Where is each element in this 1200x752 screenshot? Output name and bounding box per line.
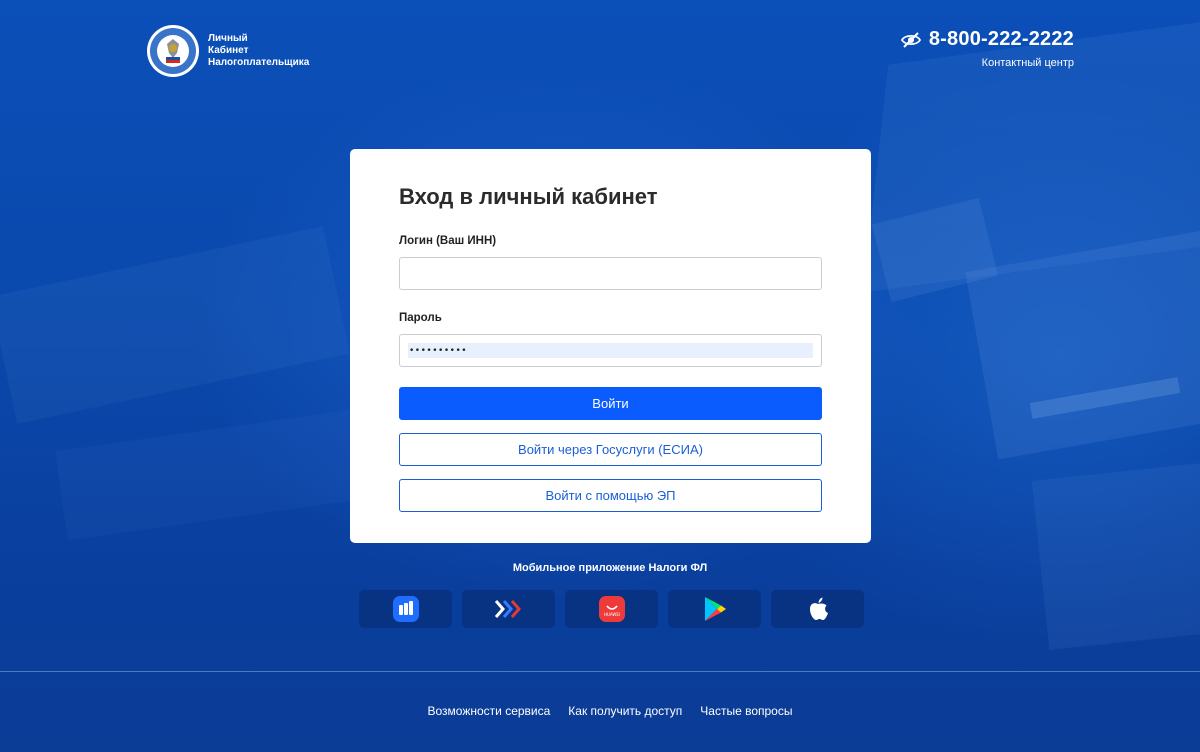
ep-login-button[interactable]: Войти с помощью ЭП <box>399 479 822 512</box>
login-card: Вход в личный кабинет Логин (Ваш ИНН) Па… <box>350 149 871 543</box>
login-label: Логин (Ваш ИНН) <box>399 235 497 247</box>
gosuslugi-login-button[interactable]: Войти через Госуслуги (ЕСИА) <box>399 433 822 466</box>
bg-shape <box>965 230 1200 460</box>
bg-shape <box>55 409 365 541</box>
huawei-badge-text: HUAWEI <box>603 612 619 617</box>
app-store-links: HUAWEI <box>359 590 864 628</box>
phone-row: 8-800-222-2222 <box>900 28 1074 51</box>
login-inn-input[interactable] <box>399 257 822 290</box>
logo-line: Кабинет <box>208 45 249 56</box>
visually-impaired-icon[interactable] <box>900 31 921 49</box>
google-play-link[interactable] <box>668 590 761 628</box>
footer-link-faq[interactable]: Частые вопросы <box>700 704 792 718</box>
password-label: Пароль <box>399 312 442 324</box>
contact-center-label: Контактный центр <box>981 57 1074 69</box>
fns-emblem-icon <box>147 25 199 77</box>
contact-block: 8-800-222-2222 Контактный центр <box>900 28 1074 69</box>
nashstore-icon <box>494 600 521 618</box>
rustore-icon <box>392 596 419 622</box>
footer-link-access[interactable]: Как получить доступ <box>568 704 682 718</box>
apple-icon <box>809 597 828 620</box>
footer-divider <box>0 671 1200 672</box>
bg-shape <box>0 226 350 424</box>
password-input[interactable] <box>399 334 822 367</box>
site-header: Личный Кабинет Налогоплательщика 8-800-2… <box>146 22 1074 82</box>
huawei-appgallery-link[interactable]: HUAWEI <box>565 590 658 628</box>
apple-app-store-link[interactable] <box>771 590 864 628</box>
nashstore-link[interactable] <box>462 590 555 628</box>
login-submit-button[interactable]: Войти <box>399 387 822 420</box>
mobile-app-title: Мобильное приложение Налоги ФЛ <box>512 562 708 574</box>
login-title: Вход в личный кабинет <box>399 184 658 209</box>
huawei-appgallery-icon: HUAWEI <box>598 596 625 622</box>
logo-line: Налогоплательщика <box>208 57 310 68</box>
logo-text: Личный Кабинет Налогоплательщика <box>208 33 309 69</box>
bg-shape <box>1031 460 1200 650</box>
rustore-link[interactable] <box>359 590 452 628</box>
footer-link-features[interactable]: Возможности сервиса <box>428 704 551 718</box>
phone-number-link[interactable]: 8-800-222-2222 <box>929 28 1074 51</box>
logo-line: Личный <box>208 33 248 44</box>
site-footer: Возможности сервиса Как получить доступ … <box>0 704 1200 718</box>
home-logo-link[interactable]: Личный Кабинет Налогоплательщика <box>146 24 309 78</box>
google-play-icon <box>704 597 726 621</box>
